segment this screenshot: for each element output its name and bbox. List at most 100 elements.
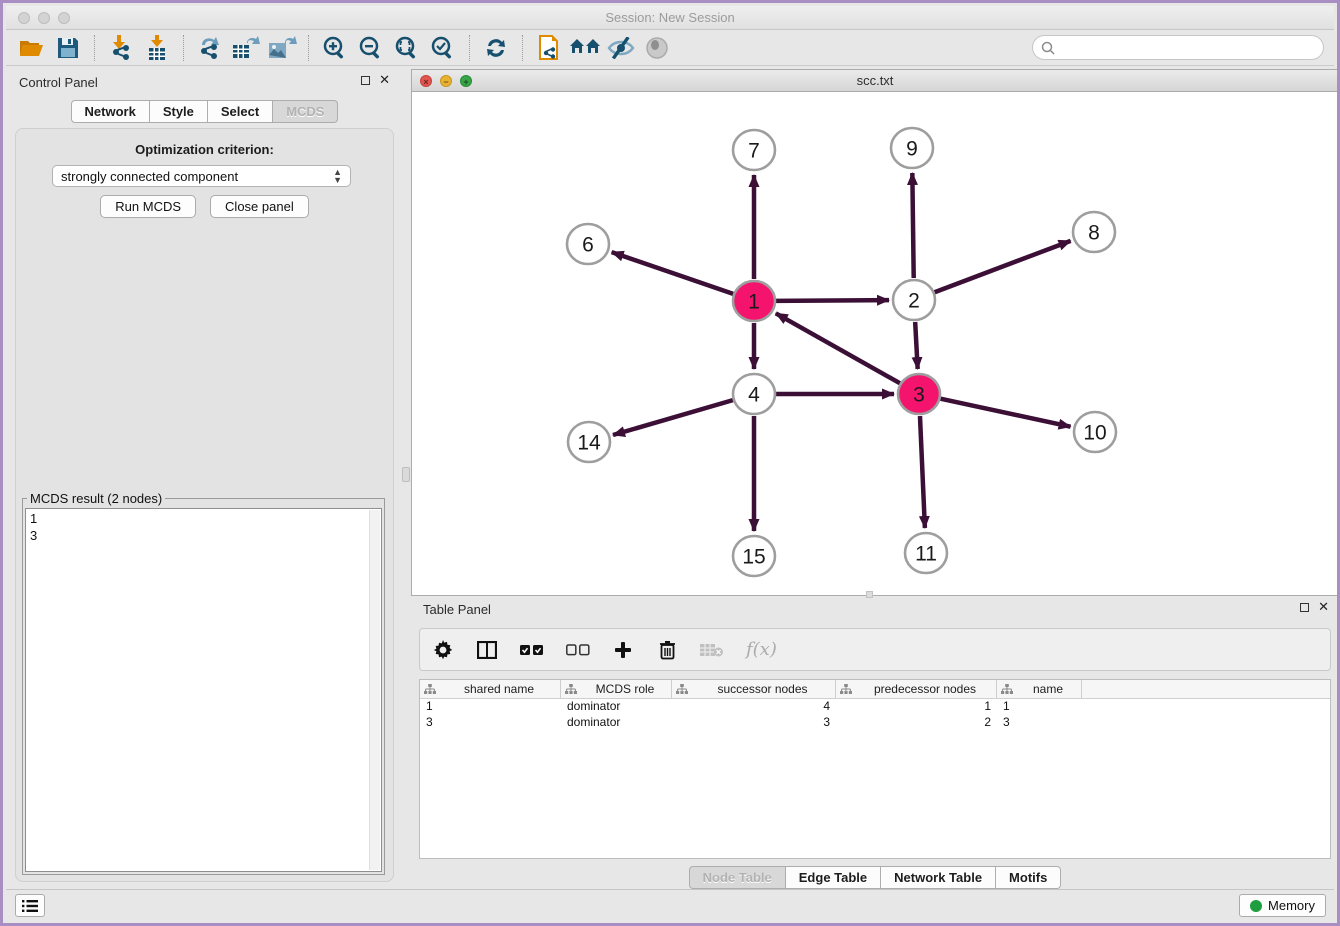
graph-node-9[interactable]: 9 xyxy=(891,128,933,168)
network-graph[interactable]: 1 2 3 4 6 7 8 9 10 11 14 15 xyxy=(412,92,1340,597)
unselect-all-button[interactable] xyxy=(566,638,590,662)
copy-network-view-button[interactable] xyxy=(531,33,567,63)
close-panel-button[interactable]: Close panel xyxy=(210,195,309,218)
column-header-predecessor-nodes[interactable]: predecessor nodes xyxy=(836,680,997,698)
table-cell[interactable]: dominator xyxy=(561,715,672,731)
vertical-splitter-handle[interactable] xyxy=(866,591,873,598)
tab-mcds[interactable]: MCDS xyxy=(273,100,338,123)
search-field[interactable] xyxy=(1032,35,1324,60)
float-panel-icon[interactable] xyxy=(361,76,370,85)
close-panel-icon[interactable]: ✕ xyxy=(379,73,390,87)
toolbar-separator xyxy=(183,35,184,61)
graph-edge-1-6[interactable] xyxy=(612,252,734,294)
function-builder-button[interactable]: f(x) xyxy=(746,638,777,662)
hide-graphics-details-button[interactable] xyxy=(603,33,639,63)
tab-style[interactable]: Style xyxy=(150,100,208,123)
table-panel-header: Table Panel ✕ xyxy=(411,598,1339,620)
optimization-criterion-select[interactable]: strongly connected component ▲▼ xyxy=(52,165,351,187)
graph-edge-3-1[interactable] xyxy=(776,313,900,383)
column-header-shared-name[interactable]: shared name xyxy=(420,680,561,698)
home-button[interactable] xyxy=(567,33,603,63)
tab-node-table[interactable]: Node Table xyxy=(689,866,786,889)
graph-node-1[interactable]: 1 xyxy=(733,281,775,321)
graph-edge-4-14[interactable] xyxy=(613,400,733,435)
graph-edge-1-2[interactable] xyxy=(776,300,889,301)
column-header-successor-nodes[interactable]: successor nodes xyxy=(672,680,836,698)
node-table[interactable]: shared nameMCDS rolesuccessor nodesprede… xyxy=(419,679,1331,859)
tab-edge-table[interactable]: Edge Table xyxy=(786,866,881,889)
memory-button[interactable]: Memory xyxy=(1239,894,1326,917)
zoom-out-button[interactable] xyxy=(353,33,389,63)
refresh-button[interactable] xyxy=(478,33,514,63)
table-toolbar: f(x) xyxy=(419,628,1331,671)
eye-slash-icon xyxy=(607,37,635,59)
graph-edge-2-8[interactable] xyxy=(935,241,1071,292)
column-header-name[interactable]: name xyxy=(997,680,1082,698)
titlebar: Session: New Session xyxy=(6,6,1334,30)
tab-motifs[interactable]: Motifs xyxy=(996,866,1061,889)
toolbar-separator xyxy=(469,35,470,61)
export-table-button[interactable] xyxy=(228,33,264,63)
graph-node-4[interactable]: 4 xyxy=(733,374,775,414)
table-row[interactable]: 3dominator323 xyxy=(420,715,1330,731)
graph-node-14[interactable]: 14 xyxy=(568,422,610,462)
result-scrollbar[interactable] xyxy=(369,510,380,870)
table-body: 1dominator4113dominator323 xyxy=(420,699,1330,731)
table-cell[interactable]: 1 xyxy=(836,699,997,715)
import-network-button[interactable] xyxy=(103,33,139,63)
show-graphics-details-button[interactable] xyxy=(639,33,675,63)
mcds-result-group: MCDS result (2 nodes) 1 3 xyxy=(22,491,385,875)
search-input[interactable] xyxy=(1060,40,1323,56)
graph-edge-3-11[interactable] xyxy=(920,416,925,528)
table-cell[interactable]: 3 xyxy=(997,715,1082,731)
graph-node-6[interactable]: 6 xyxy=(567,224,609,264)
table-cell[interactable]: 1 xyxy=(997,699,1082,715)
export-image-button[interactable] xyxy=(264,33,300,63)
tab-select[interactable]: Select xyxy=(208,100,273,123)
task-history-button[interactable] xyxy=(15,894,45,917)
table-float-panel-icon[interactable] xyxy=(1300,603,1309,612)
network-canvas[interactable]: 1 2 3 4 6 7 8 9 10 11 14 15 xyxy=(412,92,1338,595)
select-all-button[interactable] xyxy=(520,638,544,662)
open-file-button[interactable] xyxy=(14,33,50,63)
graph-node-15[interactable]: 15 xyxy=(733,536,775,576)
zoom-selected-button[interactable] xyxy=(425,33,461,63)
table-row[interactable]: 1dominator411 xyxy=(420,699,1330,715)
graph-edge-3-10[interactable] xyxy=(941,399,1071,427)
table-cell[interactable]: 2 xyxy=(836,715,997,731)
add-column-button[interactable] xyxy=(612,638,634,662)
save-session-button[interactable] xyxy=(50,33,86,63)
run-mcds-button[interactable]: Run MCDS xyxy=(100,195,196,218)
graph-edge-2-3[interactable] xyxy=(915,322,918,369)
graph-node-label: 14 xyxy=(577,432,601,455)
graph-node-7[interactable]: 7 xyxy=(733,130,775,170)
trash-icon xyxy=(659,640,676,660)
tab-network-table[interactable]: Network Table xyxy=(881,866,996,889)
export-network-button[interactable] xyxy=(192,33,228,63)
graph-edge-2-9[interactable] xyxy=(912,173,913,278)
graph-node-11[interactable]: 11 xyxy=(905,533,947,573)
tab-network[interactable]: Network xyxy=(71,100,150,123)
table-cell[interactable]: 3 xyxy=(672,715,836,731)
zoom-fit-button[interactable] xyxy=(389,33,425,63)
graph-node-2[interactable]: 2 xyxy=(893,280,935,320)
network-window-titlebar[interactable]: × − + scc.txt xyxy=(412,70,1338,92)
show-column-panel-button[interactable] xyxy=(476,638,498,662)
table-cell[interactable]: 4 xyxy=(672,699,836,715)
column-header-MCDS-role[interactable]: MCDS role xyxy=(561,680,672,698)
unselect-all-checkboxes-icon xyxy=(566,644,590,656)
mcds-result-list[interactable]: 1 3 xyxy=(25,508,382,872)
panel-splitter-handle[interactable] xyxy=(402,467,410,482)
delete-column-button[interactable] xyxy=(656,638,678,662)
import-table-button[interactable] xyxy=(139,33,175,63)
graph-node-3[interactable]: 3 xyxy=(898,374,940,414)
table-cell[interactable]: dominator xyxy=(561,699,672,715)
graph-node-10[interactable]: 10 xyxy=(1074,412,1116,452)
delete-table-button[interactable] xyxy=(700,638,724,662)
table-cell[interactable]: 1 xyxy=(420,699,561,715)
graph-node-8[interactable]: 8 xyxy=(1073,212,1115,252)
table-cell[interactable]: 3 xyxy=(420,715,561,731)
zoom-in-button[interactable] xyxy=(317,33,353,63)
table-settings-button[interactable] xyxy=(432,638,454,662)
table-close-panel-icon[interactable]: ✕ xyxy=(1318,600,1329,614)
